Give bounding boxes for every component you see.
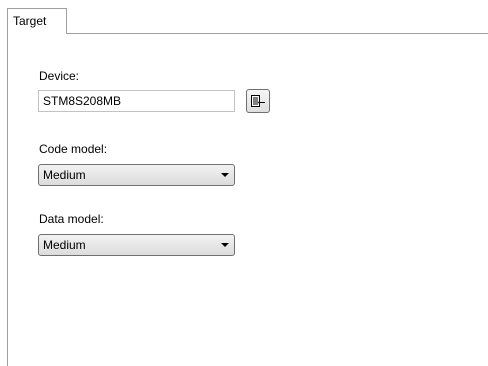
tab-target-label: Target [13,14,47,28]
select-device-icon [251,95,265,107]
chevron-down-icon [221,243,229,247]
data-model-label: Data model: [39,212,104,226]
chevron-down-icon [221,173,229,177]
select-device-button[interactable] [246,89,270,113]
device-field[interactable]: STM8S208MB [38,90,235,112]
data-model-select[interactable]: Medium [38,234,235,256]
tab-strip-divider [67,33,488,34]
target-options-panel: Target Device: STM8S208MB Code model: Me… [0,0,488,366]
device-label: Device: [39,69,80,83]
code-model-label: Code model: [39,142,108,156]
data-model-value: Medium [43,238,86,252]
code-model-select[interactable]: Medium [38,164,235,186]
panel-border [7,33,8,366]
code-model-value: Medium [43,168,86,182]
tab-target[interactable]: Target [7,8,67,34]
